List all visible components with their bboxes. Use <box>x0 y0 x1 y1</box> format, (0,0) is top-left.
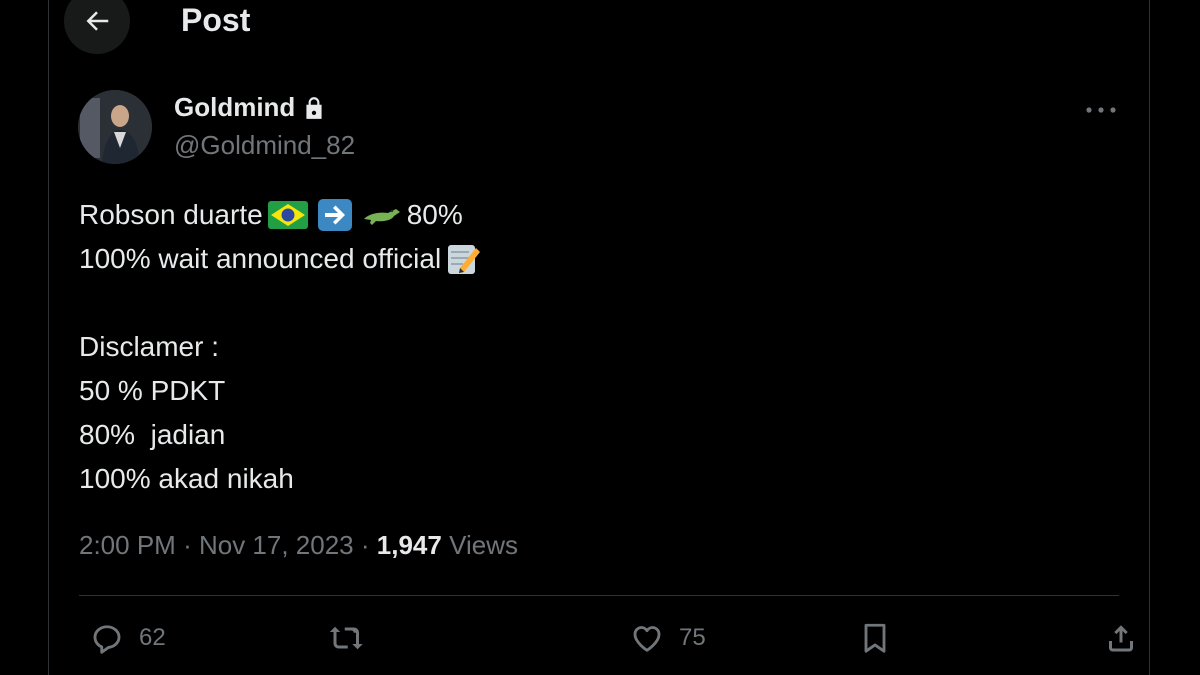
like-button[interactable]: 75 <box>629 612 706 664</box>
reply-count: 62 <box>139 624 166 651</box>
post-time[interactable]: 2:00 PM <box>79 530 176 560</box>
arrow-left-icon <box>86 11 109 31</box>
post-line: 100% wait announced official <box>79 237 1079 281</box>
share-icon <box>1109 625 1133 652</box>
post-line-text: 100% wait announced official <box>79 243 442 274</box>
more-horizontal-icon <box>1086 107 1116 113</box>
brazil-flag-icon <box>267 201 308 229</box>
bookmark-icon <box>864 623 886 653</box>
post-line-text: Robson duarte <box>79 199 263 230</box>
meta-separator: · <box>360 530 370 560</box>
post-line: Robson duarte 80% <box>79 193 1079 237</box>
post-text: Robson duarte 80% 100% wait announced of… <box>79 193 1079 501</box>
heart-icon <box>633 626 661 652</box>
post-line: 50 % PDKT <box>79 375 226 406</box>
reply-icon <box>93 625 121 654</box>
avatar-image <box>78 90 152 164</box>
post-line: Disclamer : <box>79 331 220 362</box>
author-display-name[interactable]: Goldmind <box>174 92 295 123</box>
post-date[interactable]: Nov 17, 2023 <box>199 530 354 560</box>
post-column: Post Goldmind @Goldmind_82 Robson duarte <box>48 0 1150 675</box>
post-meta: 2:00 PM · Nov 17, 2023 · 1,947 Views <box>79 530 518 561</box>
author-name-row[interactable]: Goldmind <box>174 92 327 123</box>
repost-button[interactable] <box>329 612 365 664</box>
repost-icon <box>329 626 363 650</box>
meta-separator: · <box>183 530 192 560</box>
author-handle[interactable]: @Goldmind_82 <box>174 130 355 161</box>
views-count[interactable]: 1,947 <box>377 530 442 560</box>
reply-button[interactable]: 62 <box>89 612 166 664</box>
page-title: Post <box>181 2 251 38</box>
post-line: 80% jadian <box>79 419 226 450</box>
like-count: 75 <box>679 624 706 651</box>
more-options-button[interactable] <box>1077 95 1125 125</box>
divider <box>79 595 1119 596</box>
lock-icon <box>306 96 322 119</box>
post-line-suffix: 80% <box>406 199 463 230</box>
crocodile-icon <box>363 209 400 225</box>
bookmark-button[interactable] <box>857 612 893 664</box>
post-line: 100% akad nikah <box>79 463 294 494</box>
views-label: Views <box>449 530 518 560</box>
avatar[interactable] <box>78 90 152 164</box>
action-bar: 62 75 <box>79 612 1133 664</box>
top-bar: Post <box>49 0 1149 56</box>
memo-icon <box>448 245 481 274</box>
share-button[interactable] <box>1103 612 1139 664</box>
right-arrow-icon <box>317 199 352 231</box>
back-button[interactable] <box>64 0 130 54</box>
